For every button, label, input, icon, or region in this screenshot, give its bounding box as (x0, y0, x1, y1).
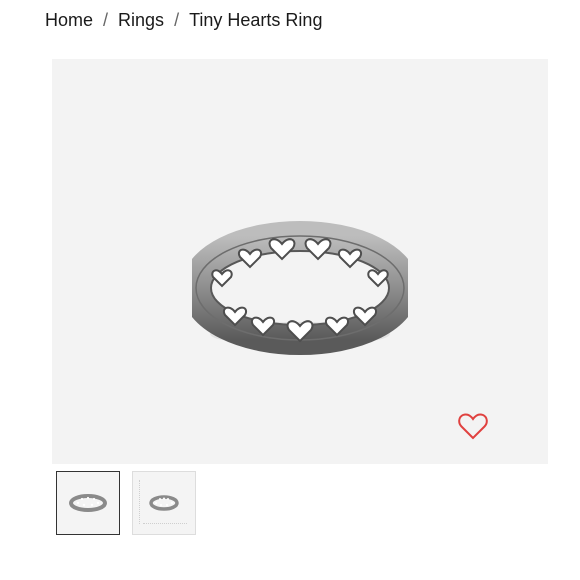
scale-markings (143, 523, 187, 526)
breadcrumb-rings-link[interactable]: Rings (118, 10, 164, 31)
scale-markings (139, 480, 142, 524)
breadcrumb-separator: / (174, 9, 180, 30)
heart-outline-icon (458, 413, 488, 440)
breadcrumb-current-page: Tiny Hearts Ring (189, 9, 323, 30)
thumbnail-list (56, 471, 196, 535)
breadcrumb-home-link[interactable]: Home (45, 10, 93, 31)
breadcrumb: Home / Rings / Tiny Hearts Ring (45, 8, 322, 32)
product-main-image[interactable] (52, 59, 548, 464)
breadcrumb-separator: / (103, 9, 109, 30)
thumbnail-2[interactable] (132, 471, 196, 535)
ring-thumbnail-image (69, 494, 107, 512)
wishlist-button[interactable] (456, 409, 490, 443)
thumbnail-1[interactable] (56, 471, 120, 535)
ring-image (192, 221, 408, 355)
ring-thumbnail-image (149, 495, 179, 511)
